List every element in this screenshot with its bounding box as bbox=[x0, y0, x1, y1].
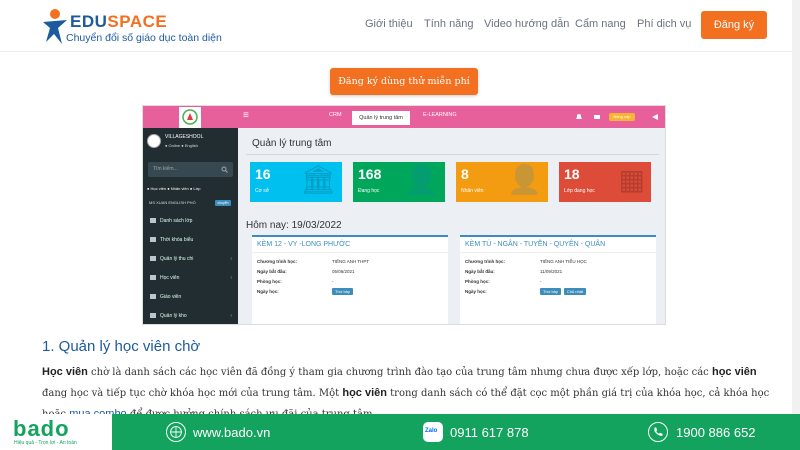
cart-icon bbox=[594, 115, 600, 119]
sidebar-search-input: Tìm kiếm... bbox=[148, 162, 233, 177]
user-icon: 👤 bbox=[404, 164, 439, 195]
stat-box-classes: 18 Lớp đang học ▦ bbox=[559, 162, 651, 202]
title-divider bbox=[246, 154, 659, 155]
chevron-icon: ‹ bbox=[230, 275, 232, 281]
bado-tagline: Hiệu quả - Trọn lợi - An toàn bbox=[14, 440, 77, 446]
nav-item-pricing[interactable]: Phí dịch vụ bbox=[637, 18, 691, 30]
app-topbar: ≡ CRM Quản lý trung tâm E-LEARNING Nâng … bbox=[143, 106, 665, 128]
chevron-icon: ‹ bbox=[230, 313, 232, 319]
bado-logo[interactable]: bado Hiệu quả - Trọn lợi - An toàn bbox=[0, 414, 112, 450]
app-screenshot: ≡ CRM Quản lý trung tâm E-LEARNING Nâng … bbox=[142, 105, 666, 325]
page-title: Quản lý trung tâm bbox=[252, 138, 332, 149]
sidebar-item-class-list: Danh sách lớp bbox=[143, 212, 238, 230]
logo-subtitle: Chuyển đổi số giáo dục toàn diện bbox=[66, 32, 222, 44]
search-type-radios: ● Học viên ● Nhân viên ● Lớp bbox=[147, 186, 201, 191]
zalo-phone-link[interactable]: 0911 617 878 bbox=[450, 425, 529, 440]
app-logo-icon bbox=[182, 109, 198, 125]
hotline-link[interactable]: 1900 886 652 bbox=[676, 425, 756, 440]
stat-box-branches: 16 Cơ sở 🏛 bbox=[250, 162, 342, 202]
eduspace-logo[interactable]: EDUSPACE Chuyển đổi số giáo dục toàn diệ… bbox=[40, 8, 240, 48]
nav-item-intro[interactable]: Giới thiệu bbox=[365, 18, 413, 30]
nav-item-features[interactable]: Tính năng bbox=[424, 18, 474, 30]
tab-elearning: E-LEARNING bbox=[423, 112, 457, 118]
bank-icon: 🏛 bbox=[300, 164, 336, 195]
school-switch-badge: chuyển bbox=[215, 200, 231, 206]
class-title: KÈM 12 - VY -LONG PHƯỚC bbox=[257, 241, 351, 248]
school-name: MS XUAN ENGLISH PHỔ bbox=[149, 200, 196, 205]
sidebar-item-teachers: Giáo viên bbox=[143, 288, 238, 306]
phone-icon bbox=[648, 422, 668, 442]
user-status: ● Online ● English bbox=[165, 143, 198, 148]
globe-icon bbox=[166, 422, 186, 442]
sidebar-item-students: Học viên ‹ bbox=[143, 269, 238, 287]
signup-button[interactable]: Đăng ký bbox=[701, 11, 767, 39]
day-pill: Thứ bảy bbox=[540, 288, 561, 295]
section-heading: 1. Quản lý học viên chờ bbox=[42, 338, 201, 355]
class-card: KÈM 12 - VY -LONG PHƯỚC Chương trình học… bbox=[252, 235, 448, 324]
nav-item-video-guide[interactable]: Video hướng dẫn bbox=[484, 18, 569, 30]
site-header: EDUSPACE Chuyển đổi số giáo dục toàn diệ… bbox=[0, 0, 800, 52]
share-icon bbox=[652, 114, 658, 120]
app-content: Quản lý trung tâm 16 Cơ sở 🏛 168 Đang học 👤 … bbox=[238, 128, 665, 324]
day-pill: Thứ bảy bbox=[332, 288, 353, 295]
user-name: VILLAGESHOOL bbox=[165, 134, 204, 140]
chevron-icon: ‹ bbox=[230, 256, 232, 262]
website-link[interactable]: www.bado.vn bbox=[193, 425, 270, 440]
app-sidebar: VILLAGESHOOL ● Online ● English Tìm kiếm… bbox=[143, 107, 238, 324]
sidebar-item-finance: Quản lý thu chi ‹ bbox=[143, 250, 238, 268]
logo-title: EDUSPACE bbox=[70, 12, 168, 31]
sidebar-item-timetable: Thời khóa biểu bbox=[143, 231, 238, 249]
upgrade-button: Nâng cấp bbox=[609, 113, 635, 121]
tab-crm: CRM bbox=[329, 112, 342, 118]
free-trial-button[interactable]: Đăng ký dùng thử miễn phí bbox=[330, 68, 478, 95]
cube-icon: ▦ bbox=[618, 164, 645, 195]
stat-box-enrolled: 168 Đang học 👤 bbox=[353, 162, 445, 202]
page-scrollbar[interactable] bbox=[792, 0, 800, 414]
contact-footer: www.bado.vn Zalo 0911 617 878 1900 886 6… bbox=[0, 414, 800, 450]
stat-box-staff: 8 Nhân viên 👤 bbox=[456, 162, 548, 202]
sidebar-item-inventory: Quản lý kho ‹ bbox=[143, 307, 238, 324]
add-user-icon: 👤 bbox=[507, 164, 542, 195]
bell-icon bbox=[576, 114, 582, 119]
class-title: KÈM TÚ - NGÂN - TUYỀN - QUYÊN - QUÂN bbox=[465, 241, 606, 248]
search-icon bbox=[221, 166, 228, 173]
app-logo bbox=[179, 107, 201, 128]
zalo-icon: Zalo bbox=[423, 422, 443, 442]
bado-brand: bado bbox=[13, 416, 70, 441]
menu-icon: ≡ bbox=[243, 110, 249, 121]
tab-center-management: Quản lý trung tâm bbox=[352, 111, 410, 125]
today-date: Hôm nay: 19/03/2022 bbox=[246, 220, 342, 231]
avatar bbox=[147, 134, 161, 148]
day-pill: Chủ nhật bbox=[563, 288, 587, 295]
class-card: KÈM TÚ - NGÂN - TUYỀN - QUYÊN - QUÂN Chư… bbox=[460, 235, 656, 324]
nav-item-handbook[interactable]: Cẩm nang bbox=[575, 18, 626, 30]
